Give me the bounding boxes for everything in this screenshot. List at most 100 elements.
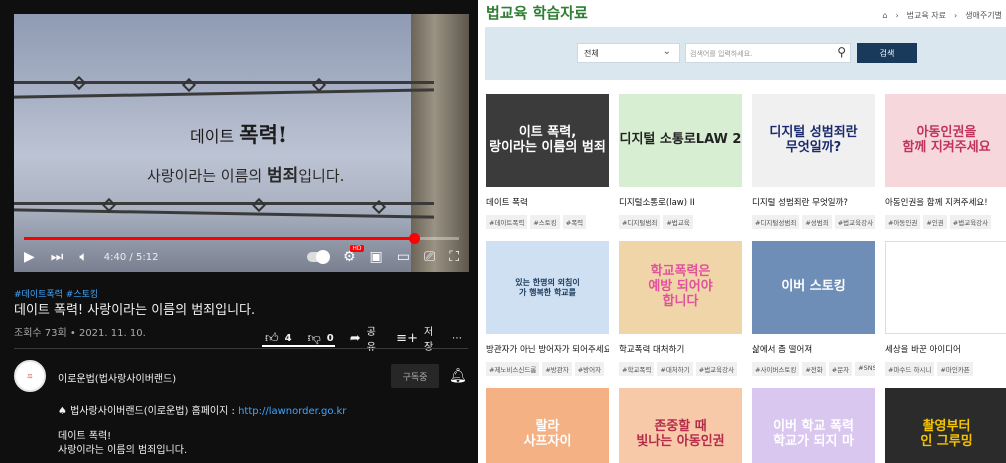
resource-card[interactable]: 학교폭력은 예방 되어야 합니다학교폭력 대처하기 #학교폭력 #대처하기 #법교육강… [619,241,742,376]
card-title[interactable]: 디지털소통로(law) II [619,196,742,208]
tag-chip[interactable]: #법교육강사 [949,215,992,229]
volume-icon[interactable]: 🔈︎ [79,242,87,272]
resource-card[interactable]: 이버 학교 폭력 학교가 되지 마 [752,388,875,463]
search-icon[interactable]: ⚲ [837,45,846,59]
breadcrumb-sep: › [895,11,899,20]
tag-chip[interactable]: #스토킹 [530,215,560,229]
card-tags: #학교폭력 #대처하기 #법교육강사 [619,362,742,376]
miniplayer-icon[interactable]: ▣ [370,249,383,265]
card-title[interactable]: 학교폭력 대처하기 [619,343,742,355]
card-tags: #디지털성범죄 #성범죄 #법교육강사 [752,215,875,229]
resource-card[interactable]: 이트 폭력, 랑이라는 이름의 범죄데이트 폭력 #데이트폭력 #스토킹 #폭력 [486,94,609,229]
video-pole [411,14,469,272]
gear-icon[interactable]: ⚙ HD [343,245,364,265]
tag-chip[interactable]: #대처하기 [657,362,693,376]
description-line1: ♠ 법사랑사이버랜드(이로운법) 홈페이지 : http://lawnorder… [58,406,347,417]
card-title[interactable]: 디지털 성범죄란 무엇일까? [752,196,875,208]
breadcrumb-item[interactable]: 법교육 자료 [907,10,946,21]
category-select[interactable]: 전체 ⌄ [577,43,680,63]
tag-chip[interactable]: #법교육 [663,215,693,229]
breadcrumb-item[interactable]: 생애주기별 [965,10,1002,21]
tag-chip[interactable]: #전화 [802,362,826,376]
card-thumbnail[interactable]: 디지털 성범죄란 무엇일까? [752,94,875,187]
resource-card[interactable]: 촬영부터 인 그루밍 [885,388,1006,463]
card-title[interactable]: 방관자가 아닌 방어자가 되어주세요! [486,343,609,355]
card-thumbnail[interactable]: 학교폭력은 예방 되어야 합니다 [619,241,742,334]
resource-card[interactable]: 세상을 바꾼 아이디어 #마수드 하시니 #마인카픈 [885,241,1006,376]
tag-chip[interactable]: #법교육강사 [695,362,738,376]
card-thumbnail[interactable]: 있는 한명의 외침이 가 행복한 학교를 [486,241,609,334]
like-underline [262,345,335,347]
card-thumbnail[interactable] [885,241,1006,334]
search-input[interactable]: 검색어를 입력하세요. ⚲ [685,43,851,63]
card-thumbnail[interactable]: 이버 학교 폭력 학교가 되지 마 [752,388,875,463]
theater-icon[interactable]: ▭ [397,249,410,265]
card-title[interactable]: 데이트 폭력 [486,196,609,208]
like-button[interactable]: 👍︎ 4 [265,331,292,346]
breadcrumb: ⌂ › 법교육 자료 › 생애주기별 [874,10,1002,21]
tag-chip[interactable]: #인권 [923,215,947,229]
autoplay-toggle[interactable] [306,250,330,264]
card-title[interactable]: 아동인권을 함께 지켜주세요! [885,196,1006,208]
tag-chip[interactable]: #학교폭력 [619,362,655,376]
card-thumbnail[interactable]: 이트 폭력, 랑이라는 이름의 범죄 [486,94,609,187]
thumbs-down-icon: 👎︎ [307,330,321,346]
tag-chip[interactable]: #폭력 [562,215,587,229]
channel-name[interactable]: 이로운법(법사랑사이버랜드) [58,370,176,385]
page-title: 법교육 학습자료 [486,4,588,22]
divider [14,348,468,349]
barbed-wire [14,202,434,205]
card-thumbnail[interactable]: 촬영부터 인 그루밍 [885,388,1006,463]
resource-card[interactable]: 디지털 소통로LAW 2 디지털소통로(law) II #디지털범죄 #법교육 [619,94,742,229]
cast-icon[interactable]: ⎚ [424,249,435,265]
progress-bar[interactable] [24,233,459,244]
tag-chip[interactable]: #SNS [855,362,875,376]
card-thumbnail[interactable]: 랄라 사프자이 [486,388,609,463]
tag-chip[interactable]: #방어자 [574,362,605,376]
card-thumbnail[interactable]: 아동인권을 함께 지켜주세요 [885,94,1006,187]
hd-badge: HD [350,245,364,252]
card-thumbnail[interactable]: 디지털 소통로LAW 2 [619,94,742,187]
tag-chip[interactable]: #디지털성범죄 [752,215,800,229]
thumbs-up-icon: 👍︎ [265,330,279,346]
avatar[interactable]: ⚖ [14,360,46,392]
breadcrumb-sep: › [953,11,958,20]
card-thumbnail[interactable]: 존중할 때 빛나는 아동인권 [619,388,742,463]
home-icon[interactable]: ⌂ [882,11,887,20]
tag-chip[interactable]: #마수드 하시니 [885,362,935,376]
subscribe-button[interactable]: 구독중 [391,364,439,388]
tag-chip[interactable]: #아동인권 [885,215,921,229]
homepage-link[interactable]: http://lawnorder.go.kr [238,406,346,417]
tag-chip[interactable]: #문자 [828,362,853,376]
tag-chip[interactable]: #제노비스신드롬 [486,362,540,376]
resource-card[interactable]: 랄라 사프자이 [486,388,609,463]
tag-chip[interactable]: #마인카픈 [937,362,973,376]
card-thumbnail[interactable]: 이버 스토킹 [752,241,875,334]
progress-fill [24,237,415,240]
card-title[interactable]: 삶에서 좀 떨어져 [752,343,875,355]
dislike-button[interactable]: 👎︎ 0 [308,331,334,346]
resource-card[interactable]: 이버 스토킹삶에서 좀 떨어져 #사이버스토킹 #전화 #문자 #SNS [752,241,875,376]
tag-chip[interactable]: #디지털범죄 [619,215,661,229]
next-icon[interactable]: ⏭ [51,242,64,272]
tag-chip[interactable]: #방관자 [542,362,572,376]
tag-chip[interactable]: #성범죄 [802,215,832,229]
resource-card[interactable]: 아동인권을 함께 지켜주세요아동인권을 함께 지켜주세요! #아동인권 #인권 #법교… [885,94,1006,229]
search-button[interactable]: 검색 [857,43,917,63]
resource-card[interactable]: 디지털 성범죄란 무엇일까? 디지털 성범죄란 무엇일까? #디지털성범죄 #성범죄 #… [752,94,875,229]
tag-chip[interactable]: #법교육강사 [834,215,875,229]
play-icon[interactable]: ▶ [24,242,35,272]
more-button[interactable]: ⋯ [452,333,462,344]
video-player[interactable]: 데이트 폭력! 사랑이라는 이름의 범죄입니다. ▶ ⏭ 🔈︎ 4:40 / 5… [14,14,469,272]
chevron-down-icon: ⌄ [662,46,671,57]
barb [71,75,87,91]
search-bar: 전체 ⌄ 검색어를 입력하세요. ⚲ 검색 [485,27,1006,80]
card-title[interactable]: 세상을 바꾼 아이디어 [885,343,1006,355]
tag-chip[interactable]: #사이버스토킹 [752,362,800,376]
card-tags: #디지털범죄 #법교육 [619,215,742,229]
resource-card[interactable]: 존중할 때 빛나는 아동인권 [619,388,742,463]
fullscreen-icon[interactable]: ⛶ [449,249,459,265]
tag-chip[interactable]: #데이트폭력 [486,215,528,229]
bell-icon[interactable]: 🔔︎ [449,368,467,384]
resource-card[interactable]: 있는 한명의 외침이 가 행복한 학교를방관자가 아닌 방어자가 되어주세요! #… [486,241,609,376]
